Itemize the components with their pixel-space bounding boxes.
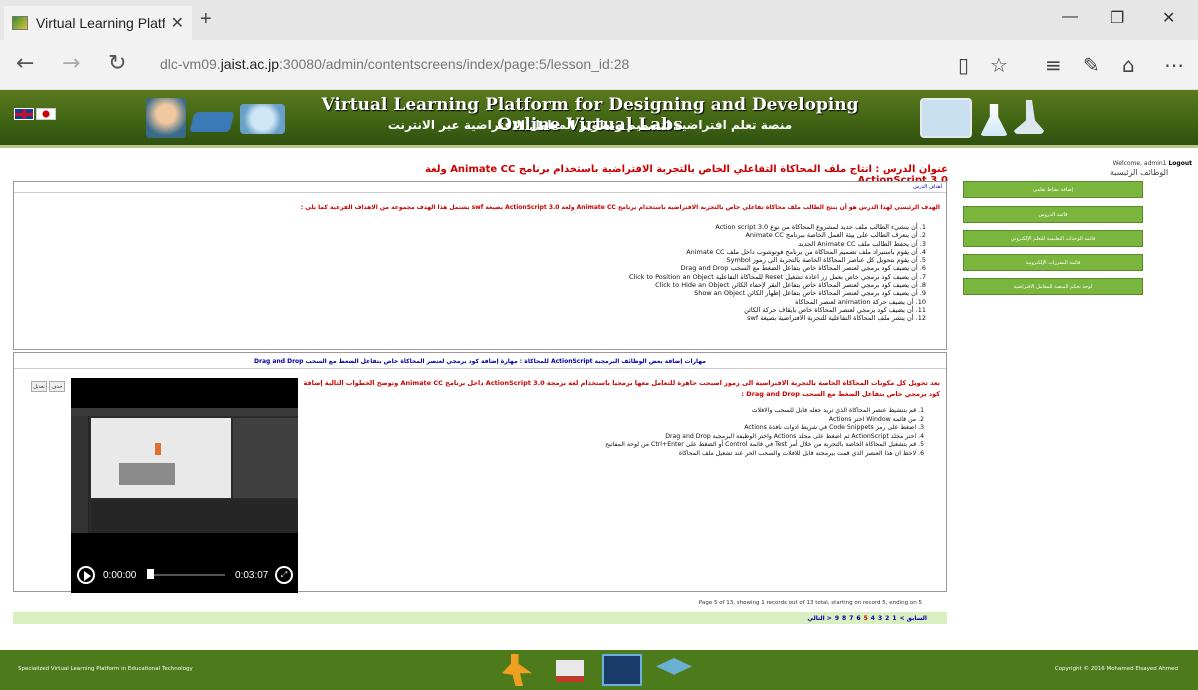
- browser-tab-bar: Virtual Learning Platforr ✕ + — ❐ ✕: [0, 0, 1198, 40]
- graduation-cap-icon: [656, 658, 692, 675]
- address-bar: ← → ↻ dlc-vm09.jaist.ac.jp:30080/admin/c…: [0, 40, 1198, 90]
- list-item: 1. قم بتنشيط عنصر المحاكاة الذي تريد جعل…: [751, 407, 924, 414]
- list-item: 2. من قائمة Window اختر Actions: [828, 415, 924, 423]
- chart-board-icon: [602, 654, 642, 686]
- globe-monitor-icon: [240, 104, 285, 134]
- sidebar-item-lessons[interactable]: قائمة الدروس: [963, 206, 1143, 223]
- copyright-text: Copyright © 2016 Mohamed Elsayed Ahmed: [1054, 666, 1178, 672]
- list-item: 6. لاحظ ان هذا العنصر الذي قمت ببرمجته ق…: [678, 449, 924, 457]
- teacher-illustration-icon: [146, 98, 186, 138]
- close-tab-icon[interactable]: ✕: [171, 13, 184, 33]
- objectives-panel: أهداف الدرس الهدف الرئيسي لهذا الدرس هو …: [13, 181, 947, 350]
- duration: 0:03:07: [235, 570, 269, 581]
- prev-page-link[interactable]: التالي >: [807, 615, 831, 622]
- hub-icon[interactable]: ≡: [1045, 53, 1062, 77]
- page-link[interactable]: 9: [835, 615, 839, 622]
- list-item: 5. قم بتشغيل المحاكاة الخاصة بالتجربة من…: [605, 441, 924, 449]
- sidebar-item-add-activity[interactable]: إضافة نشاط تعلمي: [963, 181, 1143, 198]
- web-note-icon[interactable]: ✎: [1083, 53, 1100, 77]
- next-page-link[interactable]: < السابق: [900, 615, 927, 622]
- book-icon: [556, 660, 584, 682]
- progress-bar[interactable]: [147, 574, 225, 576]
- back-icon[interactable]: ←: [16, 51, 34, 76]
- delete-button[interactable]: حذف: [49, 381, 65, 392]
- edit-button[interactable]: تعديل: [31, 381, 47, 392]
- tab-title: Virtual Learning Platforr: [36, 15, 165, 31]
- url-field[interactable]: dlc-vm09.jaist.ac.jp:30080/admin/content…: [160, 56, 629, 72]
- laptop-icon: [189, 112, 235, 132]
- minimize-icon[interactable]: —: [1062, 8, 1078, 26]
- page-link[interactable]: 7: [849, 615, 853, 622]
- list-item: 7. أن يضيف كود برمجي خاص بعمل زر اعادة ت…: [628, 272, 926, 281]
- restore-icon[interactable]: ❐: [1110, 8, 1124, 28]
- footer-left-text: Specialized Virtual Learning Platform in…: [18, 666, 193, 672]
- list-item: 2. أن يتعرف الطالب على بيئة العمل الخاصة…: [745, 231, 926, 240]
- japan-flag-icon[interactable]: [36, 108, 56, 120]
- close-window-icon[interactable]: ✕: [1162, 8, 1175, 28]
- new-tab-icon[interactable]: +: [200, 8, 212, 31]
- flask-icon: [980, 104, 1008, 136]
- video-frame: [71, 408, 298, 533]
- list-item: 4. أن يقوم باستيراد ملف تصميم المحاكاة م…: [686, 247, 926, 256]
- list-item: 3. اضغط على رمز Code Snippets في شريط اد…: [744, 424, 924, 432]
- site-footer: Specialized Virtual Learning Platform in…: [0, 650, 1198, 690]
- more-icon[interactable]: ⋯: [1164, 53, 1184, 77]
- list-item: 10. أن يضيف حركة animation لعنصر المحاكا…: [795, 297, 926, 306]
- site-banner: Virtual Learning Platform for Designing …: [0, 90, 1198, 148]
- list-item: 3. أن يحفظ الطالب ملف Animate CC الجديد: [798, 239, 926, 248]
- reading-view-icon[interactable]: ▯: [958, 53, 969, 77]
- current-time: 0:00:00: [103, 570, 137, 581]
- refresh-icon[interactable]: ↻: [108, 51, 126, 76]
- uk-flag-icon[interactable]: [14, 108, 34, 120]
- logout-link[interactable]: Logout: [1168, 160, 1192, 167]
- sidebar-item-dashboard[interactable]: لوحة تحكم المنصة للمعامل الافتراضية: [963, 278, 1143, 295]
- progress-knob[interactable]: [147, 569, 154, 579]
- site-favicon-icon: [12, 16, 28, 30]
- page-link[interactable]: 3: [878, 615, 882, 622]
- video-player[interactable]: 0:00:00 0:03:07 ⤢: [71, 378, 298, 593]
- play-icon[interactable]: [77, 566, 95, 584]
- steps-list: 1. قم بتنشيط عنصر المحاكاة الذي تريد جعل…: [300, 407, 924, 459]
- share-icon[interactable]: ⌂: [1122, 53, 1135, 77]
- language-flags[interactable]: [14, 108, 56, 120]
- banner-subtitle: منصة تعلم افتراضية لتصميم وتطوير المعامل…: [387, 118, 793, 132]
- runner-icon: [502, 654, 532, 686]
- page-link[interactable]: 2: [885, 615, 889, 622]
- video-controls: 0:00:00 0:03:07 ⤢: [71, 548, 298, 590]
- forward-icon[interactable]: →: [62, 51, 80, 76]
- favorite-star-icon[interactable]: ☆: [990, 53, 1008, 77]
- pagination-info: Page 5 of 13, showing 1 records out of 1…: [698, 600, 922, 606]
- skill-header: مهارات إضافة بعض الوظائف البرمجية Action…: [14, 353, 946, 369]
- current-page: 5: [863, 614, 868, 622]
- list-item: 6. أن يضيف كود برمجي لعنصر المحاكاة خاص …: [680, 264, 926, 273]
- page-link[interactable]: 6: [856, 615, 860, 622]
- sidebar-title: الوظائف الرئيسية: [1110, 168, 1169, 177]
- welcome-text: Welcome, admin1 Logout: [1112, 160, 1192, 167]
- page-link[interactable]: 8: [842, 615, 846, 622]
- pagination: التالي > 9 8 7 6 5 4 3 2 1 < السابق: [13, 612, 947, 624]
- skill-intro: بعد تحويل كل مكونات المحاكاة الخاصة بالت…: [303, 379, 940, 398]
- objectives-list: 1. أن ينشيء الطالب ملف جديد لمشروع المحا…: [226, 223, 926, 323]
- lab-screen-icon: [920, 98, 972, 138]
- list-item: 9. أن يضيف كود برمجي لعنصر المحاكاة خاص …: [694, 289, 926, 298]
- fullscreen-icon[interactable]: ⤢: [275, 566, 293, 584]
- objectives-header: أهداف الدرس: [14, 182, 946, 193]
- sidebar-item-units[interactable]: قائمة الوحدات التعليمية للتعلم الإلكترون…: [963, 230, 1143, 247]
- sidebar-item-courses[interactable]: قائمة المقررات الإلكترونية: [963, 254, 1143, 271]
- main-goal-text: الهدف الرئيسي لهذا الدرس هو أن ينتج الطا…: [300, 204, 940, 211]
- list-item: 12. أن ينشر ملف المحاكاة التفاعلية للتجر…: [747, 314, 926, 323]
- page-link[interactable]: 4: [871, 615, 875, 622]
- page-link[interactable]: 1: [892, 615, 896, 622]
- microscope-icon: [1014, 100, 1044, 134]
- browser-tab[interactable]: Virtual Learning Platforr ✕: [4, 6, 192, 40]
